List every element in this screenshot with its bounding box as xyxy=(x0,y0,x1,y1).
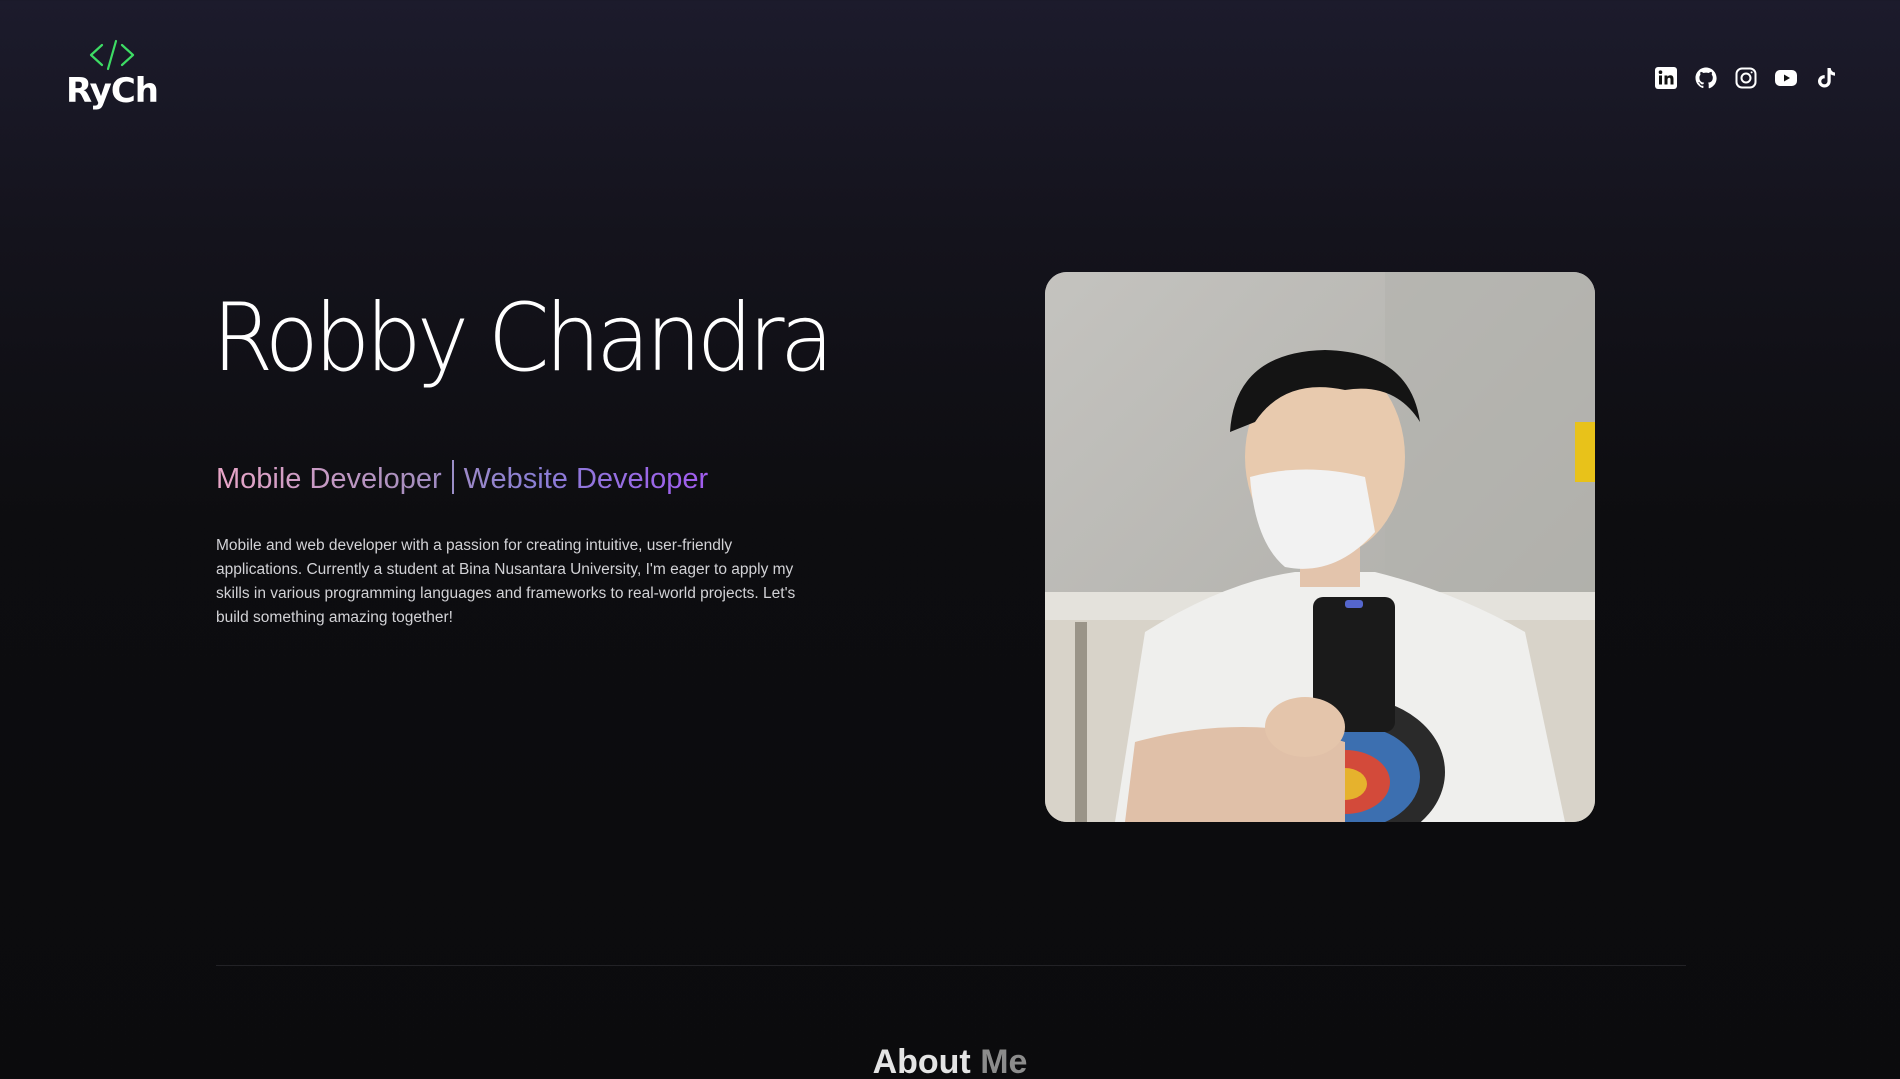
about-title-primary: About xyxy=(872,1043,971,1079)
code-brackets-icon xyxy=(66,36,158,74)
logo-text: RyCh xyxy=(66,71,159,111)
about-title: About Me xyxy=(0,1043,1900,1079)
role-mobile-developer: Mobile Developer xyxy=(216,463,442,495)
role-website-developer: Website Developer xyxy=(463,463,709,495)
tiktok-icon[interactable] xyxy=(1814,66,1838,90)
role-separator xyxy=(451,460,454,495)
hero-name: Robby Chandra xyxy=(212,284,834,393)
about-title-secondary: Me xyxy=(980,1043,1028,1079)
instagram-icon[interactable] xyxy=(1734,66,1758,90)
linkedin-icon[interactable] xyxy=(1654,66,1678,90)
youtube-icon[interactable] xyxy=(1774,66,1798,90)
hero-roles: Mobile Developer Website Developer xyxy=(216,460,709,496)
github-icon[interactable] xyxy=(1694,66,1718,90)
section-divider xyxy=(216,965,1686,966)
hero-bio: Mobile and web developer with a passion … xyxy=(216,537,796,626)
profile-photo xyxy=(1045,272,1595,822)
site-logo[interactable]: RyCh xyxy=(66,36,159,111)
social-links xyxy=(1654,66,1838,90)
